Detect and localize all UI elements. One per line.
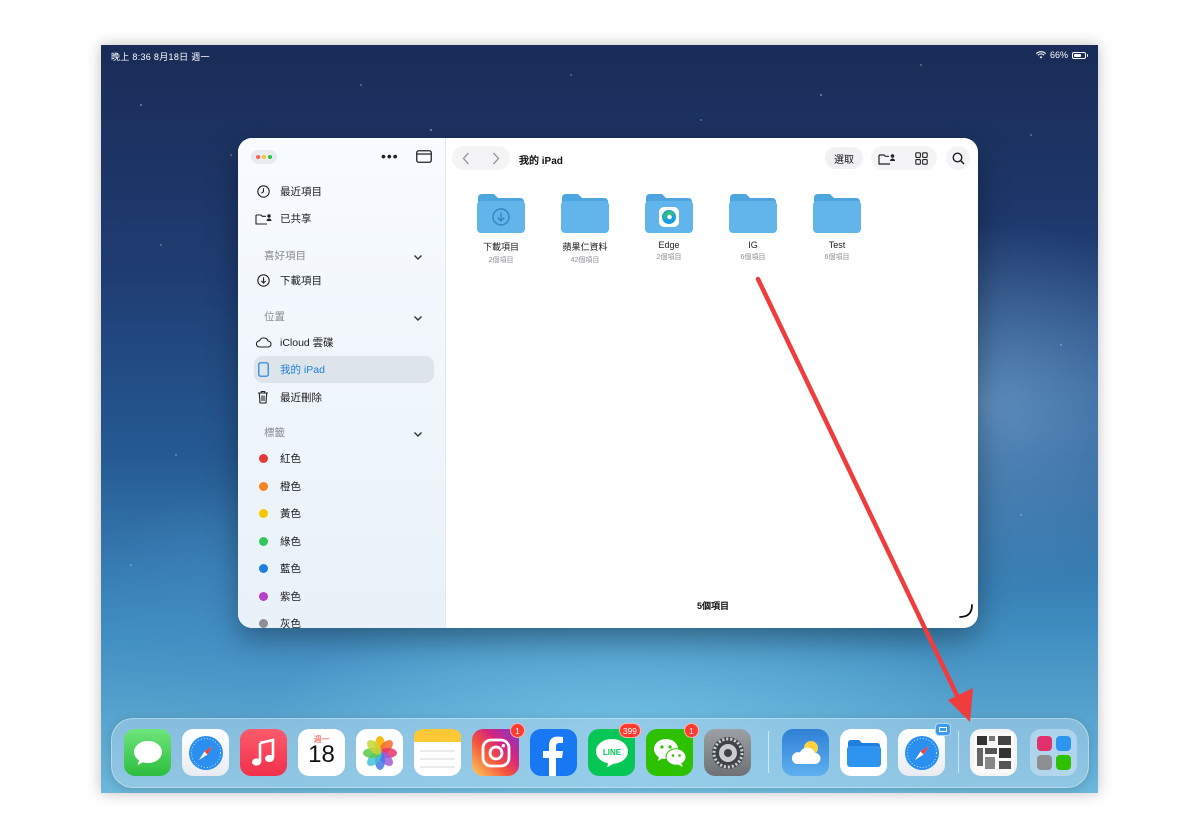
arrow-head [948, 688, 973, 722]
annotation-arrow [755, 276, 973, 722]
arrow-shaft [755, 276, 965, 709]
